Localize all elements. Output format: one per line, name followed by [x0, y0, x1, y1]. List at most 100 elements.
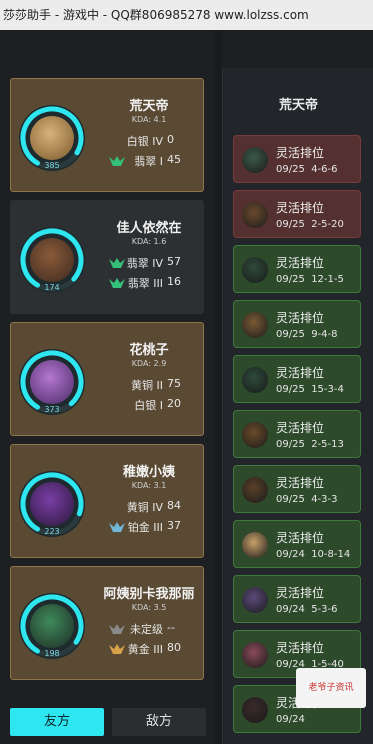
rank-row: 白银 IV 0 [89, 133, 199, 149]
queue-mode: 灵活排位 [276, 201, 325, 215]
platinum-emblem-icon [109, 521, 125, 533]
match-kda: 4-3-3 [311, 494, 338, 505]
gold-emblem-icon [109, 643, 125, 655]
level-ring: 373 [19, 349, 85, 415]
match-date: 09/24 [276, 549, 305, 560]
player-card[interactable]: 373 花桃子 KDA: 2.9 黄铜 II 75 白银 I 20 [10, 322, 204, 436]
rank-blank [109, 379, 125, 391]
summoner-name: 稚嫩小姨 [122, 465, 175, 480]
rank-points: 75 [167, 377, 181, 390]
window-title: 莎莎助手 - 游戏中 - QQ群806985278 www.lolzss.com [0, 0, 373, 30]
match-kda: 10-8-14 [311, 549, 351, 560]
player-card[interactable]: 198 阿姨别卡我那丽 KDA: 3.5 未定级 -- 黄金 III 80 [10, 566, 204, 680]
queue-mode: 灵活排位 [276, 311, 325, 325]
summoner-level: 223 [44, 527, 60, 536]
match-date-score: 09/25 4-3-3 [276, 494, 338, 505]
rank-tier: 铂金 III [127, 521, 163, 534]
rank-tier: 未定级 [130, 623, 163, 636]
player-card[interactable]: 385 荒天帝 KDA: 4.1 白银 IV 0 翡翠 I 45 [10, 78, 204, 192]
kda-value: KDA: 3.5 [131, 603, 167, 612]
summoner-name: 花桃子 [129, 343, 169, 358]
summoner-name: 阿姨别卡我那丽 [103, 587, 195, 602]
match-date-score: 09/25 12-1-5 [276, 274, 344, 285]
match-item[interactable]: 灵活排位 09/25 2-5-20 [233, 190, 361, 238]
summoner-name: 佳人依然在 [116, 221, 182, 236]
history-player-name: 荒天帝 [278, 98, 318, 113]
match-date-score: 09/25 9-4-8 [276, 329, 338, 340]
match-date: 09/25 [276, 439, 305, 450]
emerald-emblem-icon [109, 277, 125, 289]
rank-row: 翡翠 I 45 [89, 153, 199, 169]
champion-icon [242, 367, 268, 393]
match-date-score: 09/25 4-6-6 [276, 164, 338, 175]
match-item[interactable]: 灵活排位 09/25 2-5-13 [233, 410, 361, 458]
rank-tier: 黄铜 IV [126, 501, 163, 514]
rank-tier: 白银 IV [126, 135, 163, 148]
rank-tier: 翡翠 I [134, 155, 163, 168]
match-kda: 15-3-4 [311, 384, 344, 395]
rank-row: 黄铜 IV 84 [89, 499, 199, 515]
match-item[interactable]: 灵活排位 09/25 4-6-6 [233, 135, 361, 183]
champion-icon [242, 422, 268, 448]
emerald-emblem-icon [109, 257, 125, 269]
match-item[interactable]: 灵活排位 09/25 9-4-8 [233, 300, 361, 348]
match-date-score: 09/24 [276, 714, 311, 725]
champion-avatar [30, 360, 74, 404]
rank-blank [109, 501, 125, 513]
rank-points: 57 [167, 255, 181, 268]
rank-tier: 翡翠 III [127, 277, 163, 290]
watermark-logo: 老爷子资讯 [296, 668, 366, 708]
champion-icon [242, 202, 268, 228]
level-ring: 385 [19, 105, 85, 171]
match-date: 09/25 [276, 219, 305, 230]
queue-mode: 灵活排位 [276, 366, 325, 380]
match-kda: 4-6-6 [311, 164, 338, 175]
rank-row: 铂金 III 37 [89, 519, 199, 535]
summoner-level: 198 [44, 649, 60, 658]
team-panel: 385 荒天帝 KDA: 4.1 白银 IV 0 翡翠 I 45 174 佳人依然在 KDA: 1… [0, 68, 214, 744]
level-ring: 223 [19, 471, 85, 537]
match-item[interactable]: 灵活排位 09/24 10-8-14 [233, 520, 361, 568]
champion-avatar [30, 238, 74, 282]
match-item[interactable]: 灵活排位 09/25 12-1-5 [233, 245, 361, 293]
match-item[interactable]: 灵活排位 09/25 4-3-3 [233, 465, 361, 513]
match-item[interactable]: 灵活排位 09/25 15-3-4 [233, 355, 361, 403]
queue-mode: 灵活排位 [276, 476, 325, 490]
match-date: 09/25 [276, 384, 305, 395]
tab-enemy-team[interactable]: 敌方 [112, 708, 206, 736]
tab-friendly-team[interactable]: 友方 [10, 708, 104, 736]
champion-icon [242, 257, 268, 283]
top-strip [0, 30, 373, 68]
match-date: 09/25 [276, 329, 305, 340]
kda-value: KDA: 2.9 [131, 359, 167, 368]
rank-points: 20 [167, 397, 181, 410]
rank-blank [109, 399, 125, 411]
kda-value: KDA: 1.6 [131, 237, 167, 246]
match-history-panel[interactable]: 荒天帝 灵活排位 09/25 4-6-6 灵活排位 09/25 2-5-20 灵活排位 0… [222, 68, 373, 744]
match-date-score: 09/24 10-8-14 [276, 549, 350, 560]
champion-avatar [30, 482, 74, 526]
match-date-score: 09/24 5-3-6 [276, 604, 338, 615]
unranked-emblem-icon [109, 623, 125, 635]
match-date: 09/25 [276, 494, 305, 505]
rank-points: 16 [167, 275, 181, 288]
queue-mode: 灵活排位 [276, 641, 325, 655]
player-card[interactable]: 223 稚嫩小姨 KDA: 3.1 黄铜 IV 84 铂金 III 37 [10, 444, 204, 558]
match-kda: 9-4-8 [311, 329, 338, 340]
emerald-emblem-icon [109, 155, 125, 167]
rank-points: 37 [167, 519, 181, 532]
match-kda: 12-1-5 [311, 274, 344, 285]
rank-points: 80 [167, 641, 181, 654]
rank-tier: 黄铜 II [131, 379, 163, 392]
kda-value: KDA: 4.1 [131, 115, 167, 124]
champion-icon [242, 697, 268, 723]
rank-row: 黄铜 II 75 [89, 377, 199, 393]
rank-points: 45 [167, 153, 181, 166]
rank-points: -- [167, 621, 175, 634]
match-date: 09/24 [276, 714, 305, 725]
champion-icon [242, 532, 268, 558]
rank-row: 白银 I 20 [89, 397, 199, 413]
match-item[interactable]: 灵活排位 09/24 5-3-6 [233, 575, 361, 623]
level-ring: 174 [19, 227, 85, 293]
player-card[interactable]: 174 佳人依然在 KDA: 1.6 翡翠 IV 57 翡翠 III 16 [10, 200, 204, 314]
